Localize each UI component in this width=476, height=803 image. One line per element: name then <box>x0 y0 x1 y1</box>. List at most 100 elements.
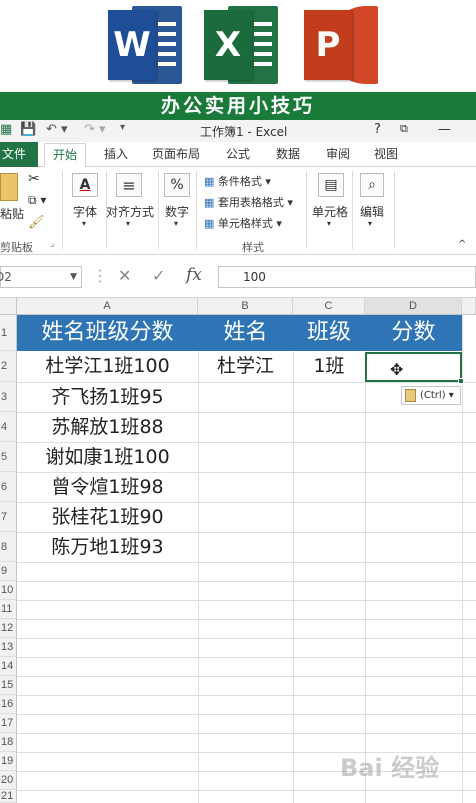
word-logo: W <box>108 6 184 84</box>
excel-logo: X <box>204 6 280 84</box>
row-number[interactable]: 5 <box>0 442 17 472</box>
header-cell-c1[interactable]: 班级 <box>293 315 365 351</box>
row-number[interactable]: 3 <box>0 382 17 412</box>
row-number[interactable]: 10 <box>0 581 17 600</box>
ribbon-display-icon[interactable]: ⧉ <box>400 122 408 136</box>
paste-options-button[interactable]: (Ctrl) ▾ <box>401 386 461 405</box>
format-as-table-button[interactable]: ▦ 套用表格格式 ▾ <box>204 194 293 210</box>
cell-b2[interactable]: 杜学江 <box>198 351 293 382</box>
row-number[interactable]: 19 <box>0 752 17 771</box>
banner-title: 办公实用小技巧 <box>0 92 476 120</box>
row-number[interactable]: 14 <box>0 657 17 676</box>
chevron-down-icon: ▾ <box>82 219 87 228</box>
formula-bar: D2 ▼ ⋮ ✕ ✓ fx 100 <box>0 255 476 298</box>
format-painter-icon[interactable]: 🖌 <box>28 215 45 230</box>
office-logos: W X P <box>0 0 476 92</box>
chevron-down-icon: ▾ <box>126 219 131 228</box>
chevron-down-icon: ▾ <box>327 219 332 228</box>
column-header-c[interactable]: C <box>293 298 365 315</box>
row-number[interactable]: 7 <box>0 502 17 532</box>
row-number[interactable]: 6 <box>0 472 17 502</box>
binoculars-icon[interactable]: ⌕ <box>360 173 384 197</box>
spreadsheet-grid: A B C D 1 姓名班级分数 姓名 班级 分数 2 杜学江1班100 杜学江… <box>0 298 476 803</box>
clipboard-group-label: 剪贴板 <box>0 241 33 254</box>
cell-a4[interactable]: 苏解放1班88 <box>17 412 198 442</box>
clipboard-icon <box>405 389 416 402</box>
percent-icon[interactable]: % <box>164 173 190 197</box>
conditional-format-button[interactable]: ▦ 条件格式 ▾ <box>204 173 271 189</box>
paste-button[interactable]: 粘贴 <box>0 205 24 222</box>
cell-a7[interactable]: 张桂花1班90 <box>17 502 198 532</box>
minimize-button[interactable]: — <box>438 122 451 137</box>
help-button[interactable]: ? <box>374 122 381 137</box>
row-number[interactable]: 16 <box>0 695 17 714</box>
row-number[interactable]: 11 <box>0 600 17 619</box>
cell-a3[interactable]: 齐飞扬1班95 <box>17 382 198 412</box>
editing-button[interactable]: 编辑 <box>360 203 384 220</box>
cell-a5[interactable]: 谢如康1班100 <box>17 442 198 472</box>
row-number[interactable]: 18 <box>0 733 17 752</box>
tab-insert[interactable]: 插入 <box>104 145 128 162</box>
tab-data[interactable]: 数据 <box>276 145 300 162</box>
tab-view[interactable]: 视图 <box>374 145 398 162</box>
row-number[interactable]: 13 <box>0 638 17 657</box>
row-number[interactable]: 17 <box>0 714 17 733</box>
row-number[interactable]: 9 <box>0 562 17 581</box>
tab-page-layout[interactable]: 页面布局 <box>152 145 200 162</box>
redo-icon[interactable]: ↷ ▾ <box>84 122 106 137</box>
select-all-corner[interactable] <box>0 298 17 315</box>
tab-formulas[interactable]: 公式 <box>226 145 250 162</box>
copy-icon[interactable]: ⧉ ▾ <box>28 193 46 208</box>
number-button[interactable]: 数字 <box>165 203 189 220</box>
tab-home[interactable]: 开始 <box>44 143 87 168</box>
cell-a2[interactable]: 杜学江1班100 <box>17 351 198 382</box>
column-header-d[interactable]: D <box>365 298 462 315</box>
alignment-button[interactable]: 对齐方式 <box>106 203 154 220</box>
cell-c2[interactable]: 1班 <box>293 351 365 382</box>
cell-a6[interactable]: 曾令煊1班98 <box>17 472 198 502</box>
align-icon[interactable]: ≡ <box>116 173 142 197</box>
row-number[interactable]: 21 <box>0 790 17 803</box>
header-cell-b1[interactable]: 姓名 <box>198 315 293 351</box>
header-cell-a1[interactable]: 姓名班级分数 <box>17 315 198 351</box>
styles-group-label: 样式 <box>242 241 264 254</box>
row-number[interactable]: 2 <box>0 351 17 382</box>
undo-icon[interactable]: ↶ ▾ <box>46 122 68 137</box>
cell-a8[interactable]: 陈万地1班93 <box>17 532 198 562</box>
paste-icon[interactable] <box>0 173 18 201</box>
chevron-down-icon: ▾ <box>368 219 373 228</box>
cancel-icon[interactable]: ✕ <box>118 266 131 288</box>
header-cell-d1[interactable]: 分数 <box>365 315 462 351</box>
formula-input[interactable]: 100 <box>218 266 476 288</box>
fill-handle[interactable] <box>458 378 464 384</box>
name-box[interactable]: D2 ▼ <box>0 266 82 288</box>
excel-app-icon: ▦ <box>0 122 13 137</box>
collapse-ribbon-icon[interactable]: ^ <box>458 239 466 250</box>
customize-toolbar-icon[interactable]: ▾ <box>120 122 125 133</box>
cut-icon[interactable]: ✂ <box>28 171 40 187</box>
dialog-launcher-icon[interactable]: ⌟ <box>50 239 54 249</box>
enter-icon[interactable]: ✓ <box>152 266 165 288</box>
cells-button[interactable]: 单元格 <box>312 203 348 220</box>
row-number[interactable]: 20 <box>0 771 17 790</box>
tab-file[interactable]: 文件 <box>0 142 38 167</box>
row-number[interactable]: 4 <box>0 412 17 442</box>
watermark: Bai 经验 <box>340 754 440 782</box>
font-button[interactable]: 字体 <box>73 203 97 220</box>
save-icon[interactable]: 💾 <box>20 122 36 137</box>
column-header-e[interactable] <box>462 298 476 315</box>
row-number[interactable]: 12 <box>0 619 17 638</box>
insert-function-button[interactable]: fx <box>186 265 202 285</box>
row-number[interactable]: 15 <box>0 676 17 695</box>
title-bar: ▦ 💾 ↶ ▾ ↷ ▾ ▾ 工作簿1 - Excel ? ⧉ — <box>0 120 476 142</box>
cells-icon[interactable]: ▤ <box>318 173 344 197</box>
column-header-a[interactable]: A <box>17 298 198 315</box>
active-cell-d2[interactable] <box>365 352 464 384</box>
column-header-b[interactable]: B <box>198 298 293 315</box>
row-number[interactable]: 8 <box>0 532 17 562</box>
table-format-icon: ▦ <box>204 196 215 209</box>
tab-review[interactable]: 审阅 <box>326 145 350 162</box>
font-icon[interactable]: A <box>72 173 98 197</box>
row-number[interactable]: 1 <box>0 315 17 351</box>
cell-styles-button[interactable]: ▦ 单元格样式 ▾ <box>204 215 282 231</box>
